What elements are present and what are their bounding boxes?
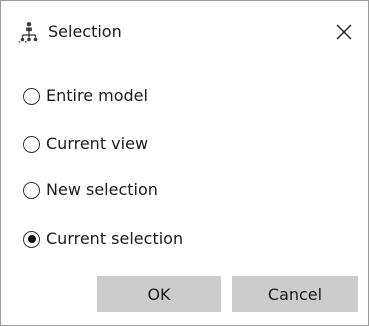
cancel-button[interactable]: Cancel — [232, 276, 358, 312]
selection-dialog: Selection Entire model Current view New … — [0, 0, 369, 326]
option-label: Entire model — [46, 86, 148, 105]
radio-button[interactable] — [23, 181, 40, 199]
ok-button[interactable]: OK — [97, 276, 221, 312]
option-entire-model[interactable]: Entire model — [23, 83, 148, 109]
option-current-selection[interactable]: Current selection — [23, 226, 183, 252]
close-button[interactable] — [331, 19, 357, 45]
option-current-view[interactable]: Current view — [23, 131, 148, 157]
hierarchy-selection-icon — [18, 21, 40, 43]
radio-button[interactable] — [23, 87, 40, 105]
option-new-selection[interactable]: New selection — [23, 177, 158, 203]
option-label: Current selection — [46, 229, 184, 248]
dialog-title: Selection — [48, 22, 122, 41]
radio-button-checked[interactable] — [23, 230, 40, 248]
option-label: Current view — [46, 134, 149, 153]
dialog-titlebar: Selection — [1, 1, 368, 63]
close-icon — [336, 24, 352, 40]
radio-button[interactable] — [23, 135, 40, 153]
option-label: New selection — [46, 180, 158, 199]
